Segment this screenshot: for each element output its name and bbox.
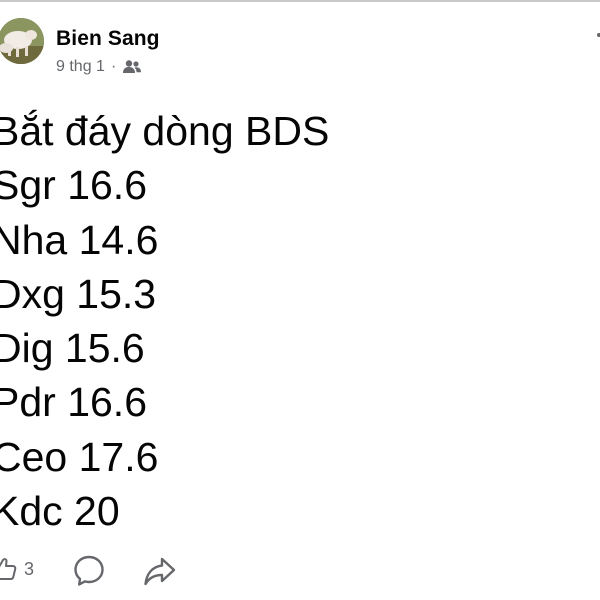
more-options-icon[interactable] <box>594 30 600 40</box>
post-line-nha: Nha 14.6 <box>0 216 159 263</box>
post-body: Bắt đáy dòng BDS Sgr 16.6 Nha 14.6 Dxg 1… <box>0 104 600 538</box>
friends-icon <box>122 59 142 75</box>
post-line-headline: Bắt đáy dòng BDS <box>0 108 330 154</box>
like-count: 3 <box>24 558 35 579</box>
post-actions: 3 <box>0 552 600 592</box>
post-timestamp[interactable]: 9 thg 1 <box>56 58 105 76</box>
post-line-sgr: Sgr 16.6 <box>0 162 147 209</box>
top-divider <box>0 0 600 2</box>
thumbs-up-icon <box>0 556 18 582</box>
share-button[interactable] <box>142 554 178 588</box>
comment-bubble-icon <box>72 554 106 588</box>
post-screenshot: Bien Sang 9 thg 1 · Bắt đáy dòng BDS Sgr… <box>0 0 600 600</box>
comment-button[interactable] <box>72 554 106 588</box>
avatar-sheep-photo <box>0 18 44 64</box>
post-line-dxg: Dxg 15.3 <box>0 270 157 317</box>
meta-separator: · <box>110 58 117 75</box>
author-name[interactable]: Bien Sang <box>56 27 160 51</box>
post-line-dig: Dig 15.6 <box>0 325 145 372</box>
avatar[interactable] <box>0 18 44 64</box>
post-line-ceo: Ceo 17.6 <box>0 433 159 480</box>
post-header: Bien Sang 9 thg 1 · <box>0 18 600 88</box>
post-meta: 9 thg 1 · <box>56 58 142 76</box>
post-line-kdc: Kdc 20 <box>0 488 120 535</box>
share-arrow-icon <box>142 554 178 588</box>
like-button[interactable]: 3 <box>0 556 34 582</box>
post-line-pdr: Pdr 16.6 <box>0 379 147 426</box>
